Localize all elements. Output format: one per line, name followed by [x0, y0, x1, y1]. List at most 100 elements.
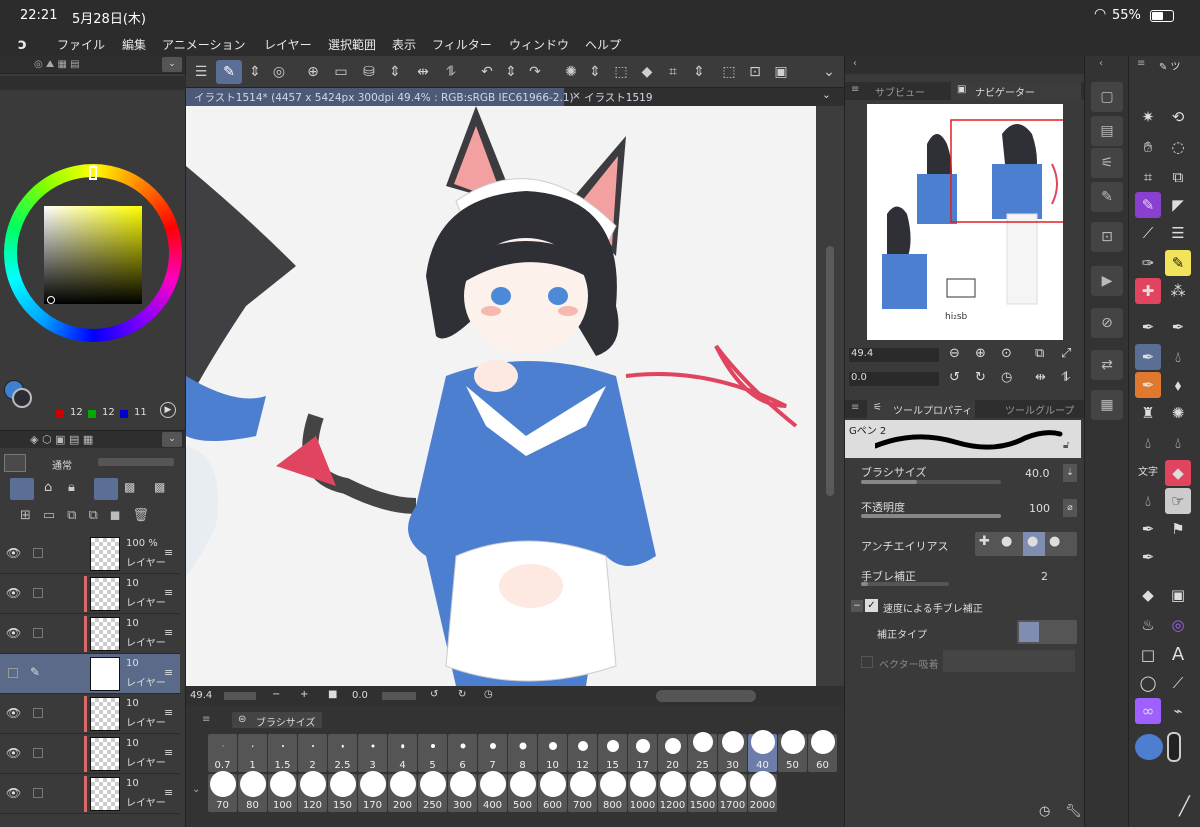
layer-row[interactable]: 👁︎ 10 レイヤー ≡	[0, 774, 180, 814]
chevron-updown-icon[interactable]: ⇕	[498, 60, 524, 84]
tab-navigator[interactable]: ナビゲーター	[975, 84, 1035, 99]
brush-size-cell[interactable]: 400	[478, 771, 507, 812]
drag-handle-icon[interactable]: ≡	[164, 786, 173, 799]
brush-size-cell[interactable]: 500	[508, 771, 537, 812]
brush-size-cell[interactable]: 170	[358, 771, 387, 812]
layer-checkbox[interactable]	[33, 748, 43, 758]
crop-icon[interactable]: ⊡	[742, 60, 768, 84]
open-folder-icon[interactable]: ▭	[328, 60, 354, 84]
layer-actions-row[interactable]: ⊞▭⧉⧉◼🗑︎	[20, 508, 180, 528]
app-logo-icon[interactable]: ↄ	[18, 35, 27, 53]
undo-icon[interactable]: ↶	[474, 60, 500, 84]
tab-other[interactable]: イラスト1519	[584, 90, 653, 105]
tab-chevron-down-icon[interactable]: ⌄	[822, 89, 831, 101]
opacity-slider[interactable]	[861, 514, 1001, 518]
drag-handle-icon[interactable]: ≡	[164, 666, 173, 679]
search-icon[interactable]: ⊘	[1091, 308, 1123, 338]
zoom-out-icon[interactable]: ⊖	[949, 346, 960, 361]
brush-size-cell[interactable]: 1.5	[268, 734, 297, 772]
object-icon[interactable]: ⧉	[1165, 164, 1191, 190]
new-file-icon[interactable]: ⊕	[300, 60, 326, 84]
menu-edit[interactable]: 編集	[122, 36, 146, 53]
brush-size-value[interactable]: 40.0	[1025, 467, 1050, 480]
color-picker-handle[interactable]	[47, 296, 55, 304]
reference-layer-icon[interactable]: ⌂	[44, 480, 52, 495]
redo-icon[interactable]: ↷	[522, 60, 548, 84]
antialias-selector[interactable]: ✚ ● ● ●	[975, 532, 1077, 556]
flip-vertical-icon[interactable]: ⥮	[438, 60, 464, 84]
clip-button[interactable]	[10, 478, 34, 500]
collapse-icon[interactable]: −	[851, 600, 863, 612]
orange-pen-icon[interactable]: ✒	[1135, 372, 1161, 398]
eyedropper-icon[interactable]: ⟋	[1135, 220, 1161, 246]
brush-size-cell[interactable]: 5	[418, 734, 447, 772]
brush-size-cell[interactable]: 1000	[628, 771, 657, 812]
stabilization-slider[interactable]	[861, 582, 949, 586]
brush-size-cell[interactable]: 70	[208, 771, 237, 812]
brush-size-cell[interactable]: 25	[688, 732, 717, 772]
chevron-updown-icon[interactable]: ⇕	[382, 60, 408, 84]
lock-transparency-button[interactable]	[94, 478, 118, 500]
brush-size-cell[interactable]: 100	[268, 771, 297, 812]
panel-menu-icon[interactable]: ⌄	[162, 57, 182, 72]
rotate-left-icon[interactable]: ↺	[949, 370, 960, 385]
hand-icon[interactable]: ✋︎	[1135, 134, 1161, 160]
drag-handle-icon[interactable]: ≡	[164, 546, 173, 559]
clock-icon[interactable]: ◷	[1039, 804, 1050, 819]
color-set-icon[interactable]: ▶	[160, 402, 176, 418]
visibility-eye-icon[interactable]: 👁︎	[6, 786, 21, 800]
layer-row[interactable]: 👁︎ 10 レイヤー ≡	[0, 694, 180, 734]
water2-icon[interactable]: 💧︎	[1165, 430, 1191, 456]
brush-size-cell[interactable]: 200	[388, 771, 417, 812]
layer-row[interactable]: 👁︎ 10 レイヤー ≡	[0, 614, 180, 654]
drag-handle-icon[interactable]: ≡	[164, 706, 173, 719]
zoom-slider[interactable]	[224, 692, 256, 700]
menu-help[interactable]: ヘルプ	[585, 36, 621, 53]
pen-icon[interactable]: ✒	[1135, 314, 1161, 340]
rotate-right-icon[interactable]: ↻	[975, 370, 986, 385]
rectangle-icon[interactable]: □	[1135, 642, 1161, 668]
layer-checkbox[interactable]	[33, 588, 43, 598]
bandage-icon[interactable]: ⌁	[1165, 698, 1191, 724]
rotation-slider[interactable]	[382, 692, 416, 700]
brush-drop-icon[interactable]: 💧︎	[1165, 344, 1191, 370]
brush-size-cell[interactable]: 150	[328, 771, 357, 812]
visibility-eye-icon[interactable]: 👁︎	[6, 546, 21, 560]
chevron-down-icon[interactable]: ⌄	[192, 784, 200, 795]
brush-size-cell[interactable]: 300	[448, 771, 477, 812]
brush-group-icon[interactable]: ✎	[1091, 182, 1123, 212]
lasso-icon[interactable]: ◌	[1165, 134, 1191, 160]
magnify-icon[interactable]: ✷	[1135, 104, 1161, 130]
fill-red-icon[interactable]: ◆	[1165, 460, 1191, 486]
animation-icon[interactable]: ▶	[1091, 266, 1123, 296]
sub-color-indicator[interactable]	[1167, 732, 1181, 762]
color-square[interactable]	[44, 206, 142, 304]
list-icon[interactable]: ☰	[1165, 220, 1191, 246]
selection-icon[interactable]: ⬚	[608, 60, 634, 84]
grid-icon[interactable]: ⌗	[1135, 164, 1161, 190]
rotate-right-icon[interactable]: ↻	[458, 689, 466, 700]
layer-checkbox[interactable]	[33, 628, 43, 638]
flip-vertical-icon[interactable]: ⥮	[1061, 370, 1070, 385]
autoselect-icon[interactable]: ✺	[558, 60, 584, 84]
zoom-in-icon[interactable]: +	[300, 689, 308, 700]
menu-animation[interactable]: アニメーション	[162, 36, 246, 53]
visibility-eye-icon[interactable]: 👁︎	[6, 746, 21, 760]
spiral-icon[interactable]: ◎	[1165, 612, 1191, 638]
correction-type-selector[interactable]	[1017, 620, 1077, 644]
flip-horizontal-icon[interactable]: ⇹	[410, 60, 436, 84]
feather-pen-icon[interactable]: ✒	[1135, 544, 1161, 570]
brush-size-cell[interactable]: 120	[298, 771, 327, 812]
hue-handle[interactable]	[89, 166, 97, 180]
brush-size-title[interactable]: ブラシサイズ	[256, 714, 316, 729]
brush-size-cell[interactable]: 20	[658, 734, 687, 772]
chevron-left-icon[interactable]: ‹	[1099, 58, 1103, 69]
layer-checkbox[interactable]	[33, 788, 43, 798]
chevron-updown-icon[interactable]: ⇕	[242, 60, 268, 84]
opacity-pressure-button[interactable]: ⌀	[1063, 499, 1077, 517]
opacity-value[interactable]: 100	[1029, 502, 1050, 515]
layer-property-icon[interactable]: ▢	[1091, 82, 1123, 112]
brush-size-cell[interactable]: 50	[778, 730, 807, 772]
auto-select-icon[interactable]: ✑	[1135, 250, 1161, 276]
menu-filter[interactable]: フィルター	[432, 36, 492, 53]
